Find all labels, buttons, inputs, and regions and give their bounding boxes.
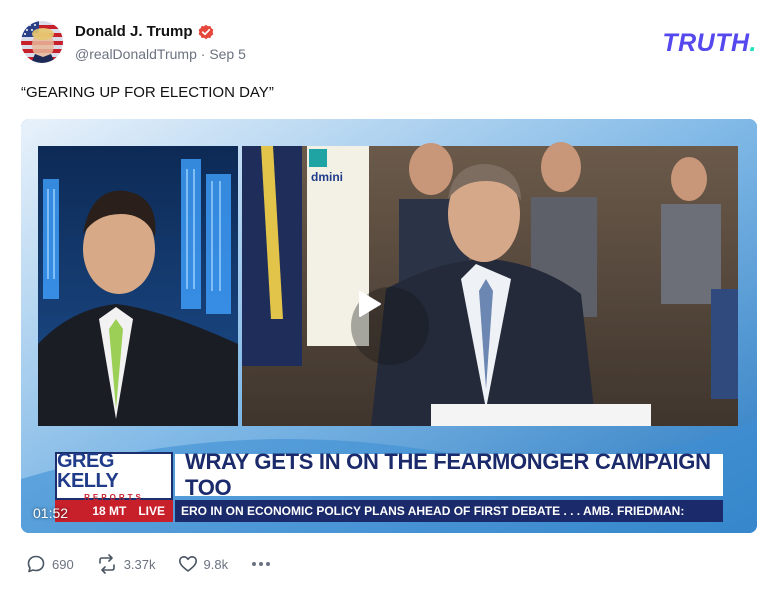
author-name[interactable]: Donald J. Trump — [75, 23, 193, 40]
more-options-button[interactable] — [252, 562, 271, 566]
svg-text:dmini: dmini — [311, 170, 343, 184]
meta-separator: · — [200, 46, 206, 62]
more-horizontal-icon-dot — [259, 562, 264, 566]
post-date[interactable]: Sep 5 — [209, 46, 246, 62]
truth-logo[interactable]: TRUTH. — [662, 29, 757, 58]
play-icon — [359, 291, 381, 317]
repost-icon — [98, 554, 115, 574]
video-duration: 01:52 — [33, 505, 69, 521]
logo-dot: . — [749, 29, 757, 57]
heart-icon — [178, 556, 197, 572]
comment-icon — [27, 555, 45, 573]
like-button[interactable]: 9.8k — [178, 554, 229, 574]
broadcast-time: 18 MT — [92, 504, 127, 518]
avatar[interactable] — [21, 21, 63, 63]
retruth-count: 3.37k — [123, 556, 156, 572]
news-headline: WRAY GETS IN ON THE FEARMONGER CAMPAIGN … — [175, 449, 723, 500]
reply-count: 690 — [52, 556, 74, 572]
retruth-button[interactable]: 3.37k — [96, 554, 156, 574]
logo-text: TRUTH — [662, 29, 750, 57]
post-actions: 690 3.37k 9.8k — [26, 554, 271, 574]
time-badge: 18 MT LIVE — [55, 500, 173, 522]
show-logo-title: GREG KELLY — [57, 449, 119, 492]
author-meta: @realDonaldTrump · Sep 5 — [75, 46, 246, 62]
more-horizontal-icon — [252, 562, 257, 566]
play-button[interactable] — [351, 287, 429, 365]
verified-badge-icon — [198, 24, 213, 39]
news-ticker: ERO IN ON ECONOMIC POLICY PLANS AHEAD OF… — [175, 500, 723, 522]
show-logo: GREG KELLY REPORTS — [55, 449, 173, 502]
more-horizontal-icon-dot — [266, 562, 271, 566]
author-handle[interactable]: @realDonaldTrump — [75, 46, 197, 62]
author-name-row: Donald J. Trump — [75, 23, 214, 40]
like-count: 9.8k — [203, 556, 229, 572]
live-label: LIVE — [138, 504, 165, 518]
truth-post: Donald J. Trump @realDonaldTrump · Sep 5… — [0, 0, 778, 595]
reply-button[interactable]: 690 — [26, 554, 74, 574]
news-lower-third: GREG KELLY REPORTS WRAY GETS IN ON THE F… — [55, 449, 725, 522]
video-player[interactable]: dmini GREG KELLY REPORTS WRAY GETS IN ON… — [21, 119, 757, 533]
post-text: “GEARING UP FOR ELECTION DAY” — [21, 84, 274, 101]
avatar-flag-portrait-icon — [21, 21, 63, 63]
